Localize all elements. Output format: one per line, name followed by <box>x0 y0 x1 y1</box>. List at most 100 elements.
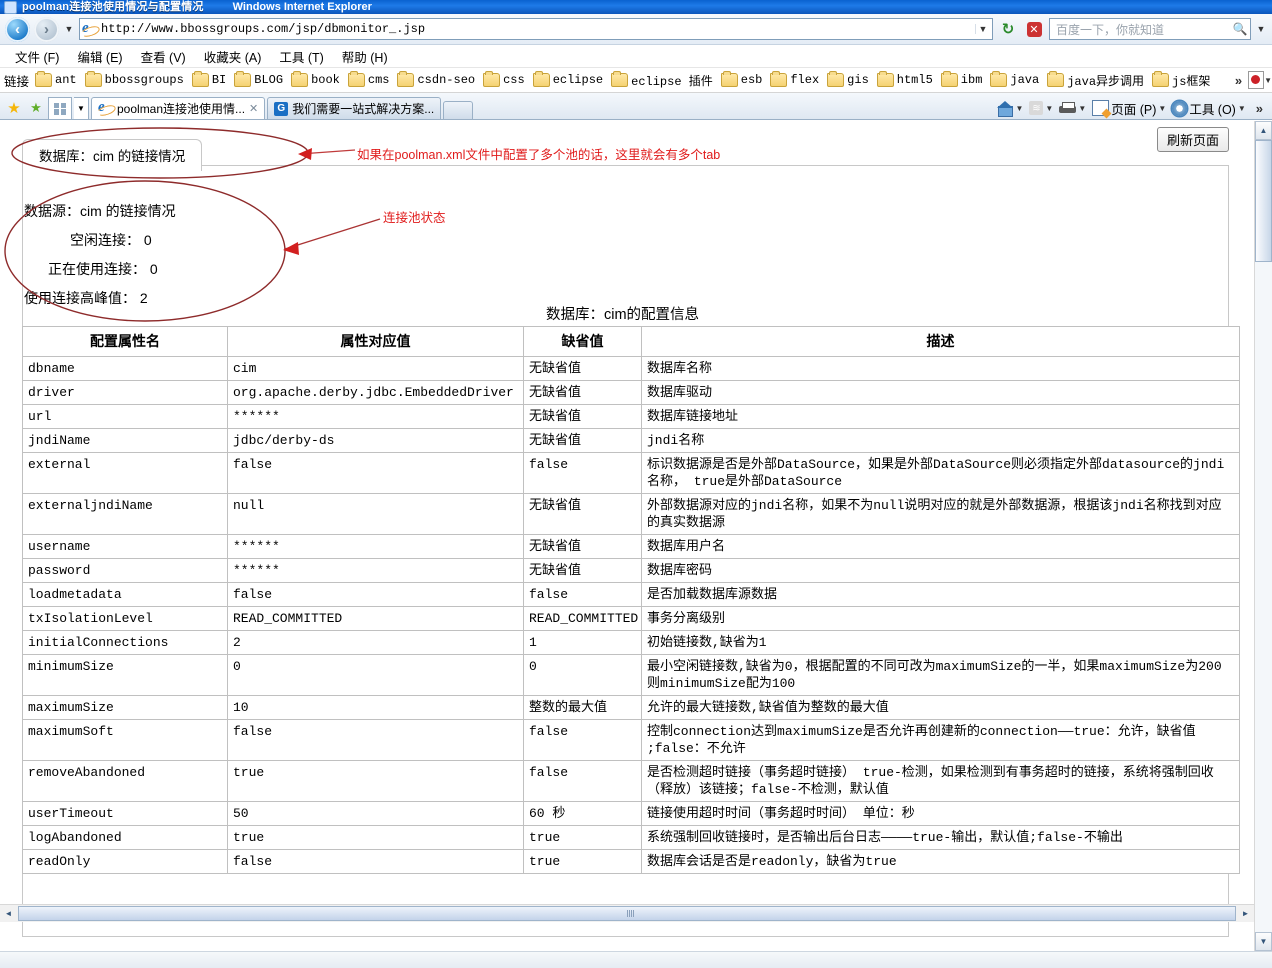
favorites-center-button[interactable]: ★ <box>4 97 24 119</box>
back-button[interactable]: ‹ <box>5 16 30 42</box>
cell-property: initialConnections <box>22 630 228 655</box>
scroll-down-button[interactable]: ▼ <box>1255 932 1272 951</box>
link-item[interactable]: java异步调用 <box>1047 71 1144 89</box>
search-input[interactable]: 百度一下，你就知道 <box>1050 21 1230 38</box>
page-vertical-scrollbar[interactable]: ▲ ▼ <box>1254 121 1272 951</box>
tab-list-dropdown-icon[interactable]: ▼ <box>74 97 89 119</box>
page-horizontal-scrollbar[interactable]: ◄ ► <box>0 904 1254 922</box>
link-item[interactable]: BI <box>191 71 227 87</box>
link-item[interactable]: book <box>291 71 340 87</box>
link-item[interactable]: eclipse 插件 <box>611 71 713 89</box>
table-row: loadmetadata false false 是否加载数据库源数据 <box>22 582 1240 607</box>
print-dropdown-icon[interactable]: ▼ <box>1078 104 1086 113</box>
cell-value: ****** <box>227 558 524 583</box>
home-dropdown-icon[interactable]: ▼ <box>1015 104 1023 113</box>
toolbar-overflow-icon[interactable]: » <box>1250 101 1269 116</box>
pdf-toolbar-icon[interactable] <box>1248 71 1265 89</box>
pool-status-block: 数据源：cim 的链接情况 空闲连接： 0 正在使用连接： 0 使用连接高峰值：… <box>24 197 176 313</box>
scroll-up-button[interactable]: ▲ <box>1255 121 1272 140</box>
pool-tab-cim[interactable]: 数据库：cim 的链接情况 <box>22 139 203 171</box>
link-label: BI <box>211 73 227 87</box>
link-item[interactable]: flex <box>770 71 820 87</box>
link-item[interactable]: ant <box>35 71 77 87</box>
menu-bar: 文件 (F) 编辑 (E) 查看 (V) 收藏夹 (A) 工具 (T) 帮助 (… <box>0 45 1272 68</box>
pdf-dropdown-icon[interactable]: ▼ <box>1264 76 1272 85</box>
tools-menu-button[interactable]: 工具 (O) ▼ <box>1170 99 1247 118</box>
vertical-scroll-thumb[interactable] <box>1255 140 1272 262</box>
ie-favicon-icon <box>98 99 113 116</box>
search-icon[interactable]: 🔍 <box>1230 22 1250 36</box>
site-favicon-icon: G <box>274 101 289 116</box>
link-label: flex <box>790 73 820 87</box>
link-item[interactable]: java <box>990 71 1039 87</box>
page-menu-button[interactable]: 页面 (P) ▼ <box>1090 99 1168 118</box>
cell-property: external <box>22 452 228 494</box>
link-item[interactable]: gis <box>827 71 869 87</box>
menu-item-help[interactable]: 帮助 (H) <box>333 45 397 68</box>
menu-item-view[interactable]: 查看 (V) <box>132 45 195 68</box>
menu-item-tools[interactable]: 工具 (T) <box>270 45 332 68</box>
pool-status-line-inuse: 正在使用连接： 0 <box>48 261 158 277</box>
link-item[interactable]: js框架 <box>1152 71 1210 89</box>
cell-value: false <box>227 849 524 874</box>
link-item[interactable]: cms <box>347 71 390 87</box>
tools-dropdown-icon[interactable]: ▼ <box>1238 104 1246 113</box>
cell-default: false <box>523 582 642 607</box>
cell-property: dbname <box>22 356 228 381</box>
page-dropdown-icon[interactable]: ▼ <box>1158 104 1166 113</box>
menu-item-favorites[interactable]: 收藏夹 (A) <box>195 45 271 68</box>
folder-icon <box>1152 71 1170 87</box>
print-button[interactable]: ▼ <box>1057 101 1088 115</box>
config-table-title: 数据库：cim的配置信息 <box>545 307 700 323</box>
close-icon[interactable]: ✕ <box>249 102 258 115</box>
horizontal-scroll-thumb[interactable] <box>18 906 1236 921</box>
link-item[interactable]: html5 <box>876 71 933 87</box>
search-provider-dropdown-icon[interactable]: ▼ <box>1255 24 1267 34</box>
menu-item-edit[interactable]: 编辑 (E) <box>68 45 131 68</box>
link-item[interactable]: eclipse <box>532 71 603 87</box>
refresh-page-button[interactable]: 刷新页面 <box>1156 127 1229 152</box>
folder-icon <box>483 71 501 87</box>
scroll-right-button[interactable]: ► <box>1237 905 1254 922</box>
cell-default: true <box>523 849 642 874</box>
links-overflow-icon[interactable]: » <box>1229 73 1248 88</box>
browser-tab-poolman[interactable]: poolman连接池使用情... ✕ <box>91 97 266 119</box>
scroll-left-button[interactable]: ◄ <box>0 905 17 922</box>
add-favorite-button[interactable]: ★ <box>26 97 46 119</box>
search-box[interactable]: 百度一下，你就知道 🔍 <box>1049 18 1251 40</box>
ie-favicon-icon <box>82 20 97 37</box>
stop-button[interactable]: ✕ <box>1023 18 1045 40</box>
cell-value: jdbc/derby-ds <box>227 428 524 453</box>
link-item[interactable]: esb <box>720 71 762 87</box>
address-input[interactable]: http://www.bbossgroups.com/jsp/dbmonitor… <box>79 18 993 40</box>
refresh-button[interactable]: ↻ <box>997 18 1019 40</box>
tab-label: poolman连接池使用情... <box>117 102 246 116</box>
folder-icon <box>347 71 365 87</box>
star-icon: ★ <box>7 100 21 117</box>
folder-icon <box>84 71 102 87</box>
vertical-scroll-track[interactable] <box>1255 262 1272 932</box>
quick-tabs-button[interactable] <box>48 97 72 119</box>
cell-desc: 控制connection达到maximumSize是否允许再创建新的connec… <box>641 719 1240 761</box>
home-button[interactable]: ▼ <box>995 101 1025 117</box>
link-item[interactable]: ibm <box>940 71 982 87</box>
new-tab-button[interactable] <box>443 101 474 119</box>
folder-icon <box>990 71 1008 87</box>
feeds-dropdown-icon[interactable]: ▼ <box>1045 104 1053 113</box>
table-row: externaljndiName null 无缺省值 外部数据源对应的jndi名称，如… <box>22 493 1240 535</box>
browser-tab-solution[interactable]: G 我们需要一站式解决方案... <box>267 97 442 119</box>
cell-desc: 数据库驱动 <box>641 380 1240 405</box>
address-dropdown-icon[interactable]: ▼ <box>975 24 990 34</box>
cell-property: txIsolationLevel <box>22 606 228 631</box>
feeds-button[interactable]: ≋ ▼ <box>1027 101 1055 115</box>
link-item[interactable]: csdn-seo <box>397 71 475 87</box>
address-bar: ‹ › ▼ http://www.bbossgroups.com/jsp/dbm… <box>0 14 1272 45</box>
menu-item-file[interactable]: 文件 (F) <box>6 45 68 68</box>
link-item[interactable]: css <box>483 71 525 87</box>
recent-pages-dropdown-icon[interactable]: ▼ <box>63 24 75 34</box>
forward-button[interactable]: › <box>34 16 59 42</box>
link-item[interactable]: BLOG <box>234 71 283 87</box>
link-item[interactable]: bbossgroups <box>84 71 184 87</box>
cell-desc: jndi名称 <box>641 428 1240 453</box>
link-label: cms <box>367 73 390 87</box>
